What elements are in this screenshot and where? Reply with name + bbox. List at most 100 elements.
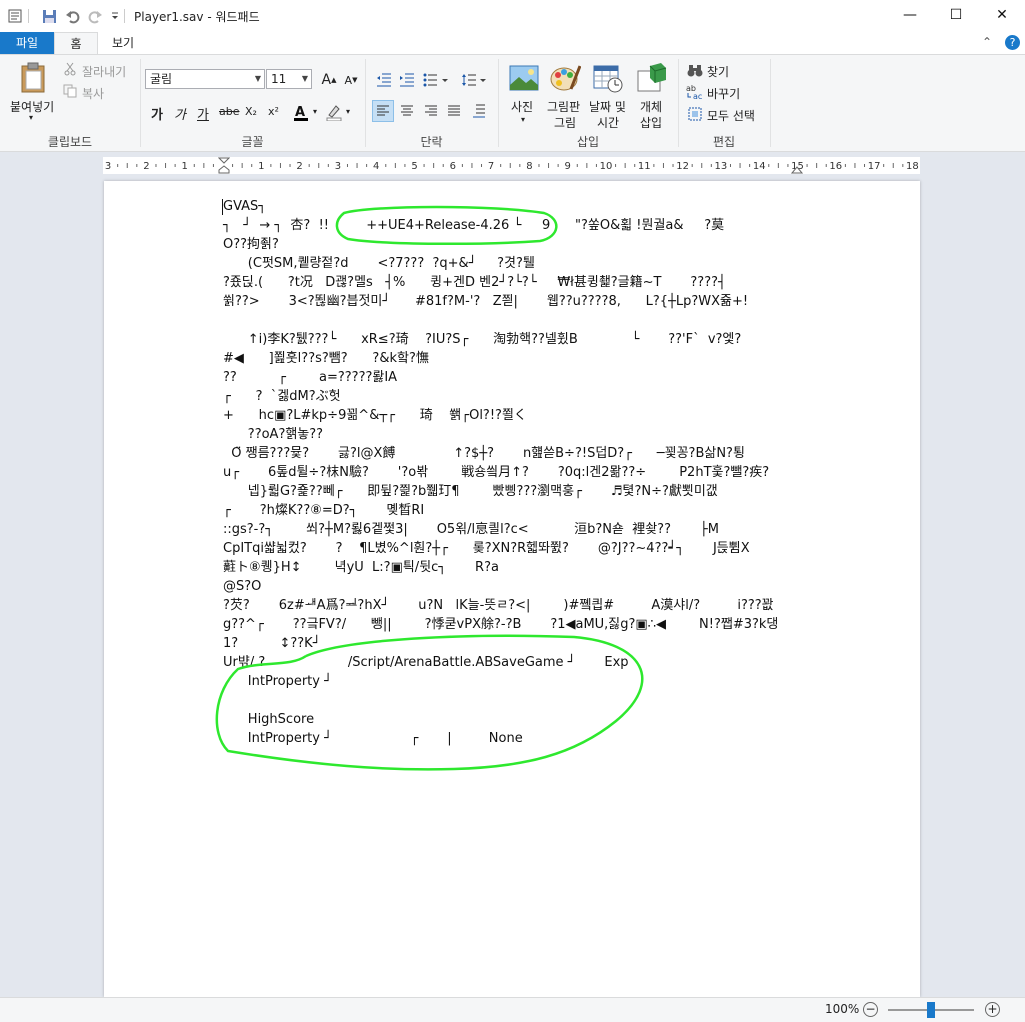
zoom-in-button[interactable]: + <box>985 1002 1000 1017</box>
paste-dropdown-icon[interactable]: ▾ <box>29 113 33 122</box>
document-page[interactable]: GVAS┐ ┐ ┘ → ┐ 杏? !! ++UE4+Release-4.26 └ … <box>104 181 920 997</box>
insert-picture-button[interactable]: 사진 <box>511 98 533 115</box>
object-line2[interactable]: 삽입 <box>640 114 662 131</box>
font-name-combo[interactable]: 굴림 ▼ <box>145 69 265 89</box>
ruler-label: 5 <box>411 161 417 172</box>
font-color-dropdown-icon[interactable]: ▾ <box>313 107 317 116</box>
subscript-button[interactable]: X₂ <box>245 105 257 118</box>
font-size-value: 11 <box>271 72 287 86</box>
paragraph-group-label: 단락 <box>420 135 443 149</box>
annotation-overlay <box>215 205 644 771</box>
clipboard-group-label: 클립보드 <box>47 135 93 149</box>
ruler-label: 1 <box>258 161 264 172</box>
annotation-ellipse-release <box>335 205 558 246</box>
find-button[interactable]: 찾기 <box>707 63 729 80</box>
status-bar: 100% − + <box>0 997 1025 1022</box>
ruler-label: 3 <box>335 161 341 172</box>
collapse-ribbon-icon[interactable]: ⌃ <box>982 35 992 49</box>
annotation-ellipse-savegame <box>215 634 644 771</box>
select-all-button[interactable]: 모두 선택 <box>707 107 755 124</box>
shrink-font-icon[interactable]: A ▼ <box>340 69 362 91</box>
picture-icon[interactable] <box>508 63 540 93</box>
undo-icon[interactable] <box>63 8 81 24</box>
close-button[interactable]: ✕ <box>979 0 1025 30</box>
ruler[interactable]: 3 2 1 1 2 3 4 5 6 7 8 9 10 11 12 13 14 15 16 17 18 <box>103 157 920 174</box>
replace-button[interactable]: 바꾸기 <box>707 85 740 102</box>
help-icon[interactable]: ? <box>1005 35 1020 50</box>
minimize-button[interactable]: — <box>887 0 933 30</box>
paint-line2[interactable]: 그림 <box>554 114 576 131</box>
binoculars-icon <box>686 61 704 79</box>
maximize-button[interactable]: ☐ <box>933 0 979 30</box>
ruler-label: 1 <box>182 161 188 172</box>
paint-icon[interactable] <box>548 63 582 93</box>
grow-font-icon[interactable]: A ▲ <box>318 69 340 91</box>
list-icon[interactable] <box>421 69 451 91</box>
bold-button[interactable]: 가 <box>151 104 163 123</box>
ruler-label: 12 <box>676 161 689 172</box>
tab-home[interactable]: 홈 <box>54 32 98 54</box>
chevron-down-icon: ▼ <box>301 74 308 83</box>
ruler-label: 8 <box>526 161 532 172</box>
app-icon[interactable] <box>6 8 24 24</box>
ruler-label: 14 <box>753 161 766 172</box>
tab-file[interactable]: 파일 <box>0 32 54 54</box>
select-all-icon <box>686 105 704 123</box>
zoom-out-button[interactable]: − <box>863 1002 878 1017</box>
picture-dropdown-icon[interactable]: ▾ <box>521 115 525 124</box>
align-right-icon[interactable] <box>420 100 442 122</box>
decrease-indent-icon[interactable] <box>373 69 395 91</box>
superscript-button[interactable]: x² <box>268 105 279 118</box>
ruler-label: 9 <box>565 161 571 172</box>
object-line1[interactable]: 개체 <box>640 98 662 115</box>
window-title: Player1.sav - 워드패드 <box>134 10 260 24</box>
insert-object-icon[interactable] <box>636 63 668 93</box>
line-spacing-icon[interactable] <box>459 69 489 91</box>
title-bar: Player1.sav - 워드패드 — ☐ ✕ <box>0 0 1025 32</box>
ruler-label: 16 <box>829 161 842 172</box>
ribbon-tabs: 파일 홈 보기 ⌃ ? <box>0 32 1025 54</box>
strikethrough-button[interactable]: abe <box>219 105 240 118</box>
cut-icon <box>62 61 78 77</box>
underline-button[interactable]: 가 <box>197 104 209 123</box>
font-size-combo[interactable]: 11 ▼ <box>266 69 312 89</box>
replace-icon: ab ac <box>686 83 704 101</box>
paste-icon[interactable] <box>18 61 50 93</box>
font-name-value: 굴림 <box>150 72 173 86</box>
first-line-indent-marker[interactable] <box>217 157 231 177</box>
increase-indent-icon[interactable] <box>396 69 418 91</box>
calendar-clock-icon[interactable] <box>592 63 624 93</box>
copy-button[interactable]: 복사 <box>82 85 104 102</box>
ruler-label: 2 <box>296 161 302 172</box>
zoom-slider-thumb[interactable] <box>927 1002 935 1018</box>
editing-group-label: 편집 <box>712 135 736 149</box>
customize-toolbar-icon[interactable] <box>106 8 124 24</box>
copy-icon <box>62 83 78 99</box>
align-center-icon[interactable] <box>396 100 418 122</box>
paragraph-settings-icon[interactable] <box>468 100 490 122</box>
justify-icon[interactable] <box>443 100 465 122</box>
svg-text:A: A <box>295 105 305 120</box>
zoom-level: 100% <box>825 1002 860 1016</box>
highlight-dropdown-icon[interactable]: ▾ <box>346 107 350 116</box>
save-icon[interactable] <box>40 8 58 24</box>
paint-line1[interactable]: 그림판 <box>547 98 580 115</box>
insert-group-label: 삽입 <box>576 135 600 149</box>
redo-icon[interactable] <box>86 8 104 24</box>
tab-view[interactable]: 보기 <box>98 32 148 54</box>
italic-button[interactable]: 가 <box>174 104 186 123</box>
align-left-icon[interactable] <box>372 100 394 122</box>
right-indent-marker[interactable] <box>790 157 804 177</box>
svg-text:ac: ac <box>693 92 702 100</box>
ruler-label: 13 <box>715 161 728 172</box>
datetime-line1[interactable]: 날짜 및 <box>589 98 626 115</box>
highlight-icon[interactable] <box>323 101 345 123</box>
ruler-label: 10 <box>600 161 613 172</box>
ruler-label: 17 <box>868 161 881 172</box>
cut-button[interactable]: 잘라내기 <box>82 63 126 80</box>
font-color-icon[interactable]: A <box>290 101 312 123</box>
font-group-label: 글꼴 <box>241 135 264 149</box>
chevron-down-icon: ▼ <box>254 74 261 83</box>
ribbon: 붙여넣기 ▾ 잘라내기 복사 클립보드 굴림 ▼ 11 ▼ A ▲ A ▼ 가 가 … <box>0 54 1025 152</box>
datetime-line2[interactable]: 시간 <box>597 114 619 131</box>
